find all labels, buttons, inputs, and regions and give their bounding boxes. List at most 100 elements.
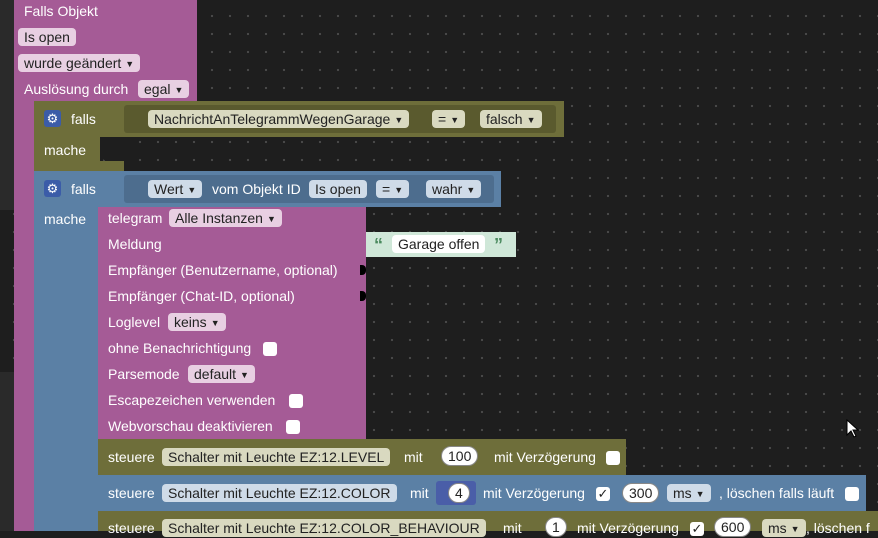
gear-icon[interactable]: ⚙	[44, 110, 61, 127]
boolean-dropdown-2[interactable]: wahr ▼	[426, 180, 482, 198]
operator-dropdown-2[interactable]: = ▼	[376, 180, 410, 198]
message-text: Garage offen	[398, 236, 480, 252]
event-block-body	[14, 101, 34, 531]
control-2-delay-field[interactable]: 300	[622, 483, 660, 503]
toolbox-edge-top	[0, 0, 15, 210]
control-2-clear-label: , löschen falls läuft	[719, 485, 835, 501]
chevron-down-icon: ▼	[240, 370, 249, 380]
control-2-target[interactable]: Schalter mit Leuchte EZ:12.COLOR	[162, 484, 397, 502]
control-1-value-field[interactable]: 100	[441, 446, 479, 466]
operator-value-1: =	[438, 111, 447, 127]
chevron-down-icon: ▼	[394, 185, 404, 195]
control-2-delay-label: mit Verzögerung	[483, 485, 585, 501]
webpreview-checkbox[interactable]	[286, 420, 300, 434]
message-label: Meldung	[108, 236, 162, 252]
boolean-value-2: wahr	[432, 181, 463, 197]
control-3-target-value: Schalter mit Leuchte EZ:12.COLOR_BEHAVIO…	[168, 520, 480, 536]
do-label-2: mache	[44, 211, 87, 227]
control-3-value-field[interactable]: 1	[545, 517, 567, 537]
object-id-field-2[interactable]: Is open	[309, 180, 367, 198]
mouse-cursor-icon	[846, 419, 860, 438]
chevron-down-icon: ▼	[266, 214, 276, 224]
chevron-down-icon: ▼	[526, 115, 536, 125]
trigger-value: wurde geändert	[24, 55, 122, 71]
control-3-delay-value: 600	[721, 519, 745, 535]
object-id-value-2: Is open	[315, 181, 361, 197]
variable-dropdown[interactable]: NachrichtAnTelegrammWegenGarage ▼	[148, 110, 410, 128]
chevron-down-icon: ▼	[790, 524, 800, 534]
control-1-delay-checkbox[interactable]	[606, 451, 620, 465]
control-1-value: 100	[448, 448, 472, 464]
telegram-title: telegram	[108, 210, 163, 226]
if-block-2-body	[34, 207, 98, 531]
control-2-unit-dropdown[interactable]: ms ▼	[667, 484, 711, 502]
chevron-down-icon: ▼	[210, 318, 220, 328]
chevron-down-icon: ▼	[174, 85, 184, 95]
control-2-clear-checkbox[interactable]	[845, 487, 859, 501]
control-3-delay-label: mit Verzögerung	[577, 520, 679, 536]
boolean-value-1: falsch	[486, 111, 523, 127]
trigger-source-value: egal	[144, 81, 171, 97]
loglevel-value: keins	[174, 314, 207, 330]
control-3-delay-field[interactable]: 600	[714, 517, 752, 537]
quote-open-icon: “	[374, 235, 383, 255]
escape-label: Escapezeichen verwenden	[108, 392, 276, 408]
message-text-field[interactable]: Garage offen	[392, 235, 486, 253]
value-type-dropdown[interactable]: Wert ▼	[148, 180, 203, 198]
control-3-unit-dropdown[interactable]: ms ▼	[762, 519, 806, 537]
control-1-delay-label: mit Verzögerung	[494, 449, 596, 465]
control-2-value: 4	[455, 485, 463, 501]
input-socket-chat[interactable]	[360, 291, 366, 301]
from-object-label: vom Objekt ID	[212, 181, 301, 197]
if-label-1: falls	[71, 111, 96, 127]
control-1-target-value: Schalter mit Leuchte EZ:12.LEVEL	[168, 449, 385, 465]
object-id-value: Is open	[24, 29, 70, 45]
input-socket-user[interactable]	[360, 265, 366, 275]
control-3-delay-checkbox[interactable]: ✓	[690, 522, 704, 536]
parsemode-dropdown[interactable]: default ▼	[188, 365, 255, 383]
control-2-value-field[interactable]: 4	[448, 483, 470, 503]
operator-value-2: =	[382, 181, 391, 197]
loglevel-label: Loglevel	[108, 314, 161, 330]
quote-close-icon: ”	[494, 235, 503, 255]
control-3-unit: ms	[768, 520, 787, 536]
control-2-label: steuere	[108, 485, 155, 501]
trigger-source-dropdown[interactable]: egal ▼	[138, 80, 190, 98]
recipient-user-label: Empfänger (Benutzername, optional)	[108, 262, 338, 278]
recipient-chat-label: Empfänger (Chat-ID, optional)	[108, 288, 295, 304]
loglevel-dropdown[interactable]: keins ▼	[168, 313, 226, 331]
control-3-value: 1	[552, 519, 560, 535]
control-3-target[interactable]: Schalter mit Leuchte EZ:12.COLOR_BEHAVIO…	[162, 519, 486, 537]
silent-label: ohne Benachrichtigung	[108, 340, 252, 356]
do-label-1: mache	[44, 142, 87, 158]
gear-icon[interactable]: ⚙	[44, 180, 61, 197]
parsemode-value: default	[194, 366, 237, 382]
control-2-with-label: mit	[410, 485, 429, 501]
silent-checkbox[interactable]	[263, 342, 277, 356]
control-1-label: steuere	[108, 449, 155, 465]
escape-checkbox[interactable]	[289, 394, 303, 408]
chevron-down-icon: ▼	[450, 115, 460, 125]
trigger-dropdown[interactable]: wurde geändert ▼	[18, 54, 141, 72]
chevron-down-icon: ▼	[695, 489, 705, 499]
event-title: Falls Objekt	[24, 3, 98, 19]
empty-statement-slot	[100, 137, 124, 161]
control-2-target-value: Schalter mit Leuchte EZ:12.COLOR	[168, 485, 391, 501]
control-1-with-label: mit	[404, 449, 423, 465]
control-2-delay-value: 300	[629, 485, 653, 501]
webpreview-label: Webvorschau deaktivieren	[108, 418, 273, 434]
boolean-dropdown-1[interactable]: falsch ▼	[480, 110, 542, 128]
if-block-1-footer	[34, 161, 124, 171]
control-1-target[interactable]: Schalter mit Leuchte EZ:12.LEVEL	[162, 448, 391, 466]
instance-dropdown[interactable]: Alle Instanzen ▼	[169, 209, 282, 227]
toolbox-edge-bottom	[0, 372, 15, 531]
operator-dropdown-1[interactable]: = ▼	[432, 110, 466, 128]
control-2-delay-checkbox[interactable]: ✓	[596, 487, 610, 501]
instance-value: Alle Instanzen	[175, 210, 263, 226]
trigger-source-label: Auslösung durch	[24, 81, 129, 97]
object-id-field[interactable]: Is open	[18, 28, 76, 46]
control-3-clear-label: , löschen f	[806, 520, 870, 536]
value-type-value: Wert	[154, 181, 184, 197]
chevron-down-icon: ▼	[394, 115, 404, 125]
variable-value: NachrichtAnTelegrammWegenGarage	[154, 111, 391, 127]
